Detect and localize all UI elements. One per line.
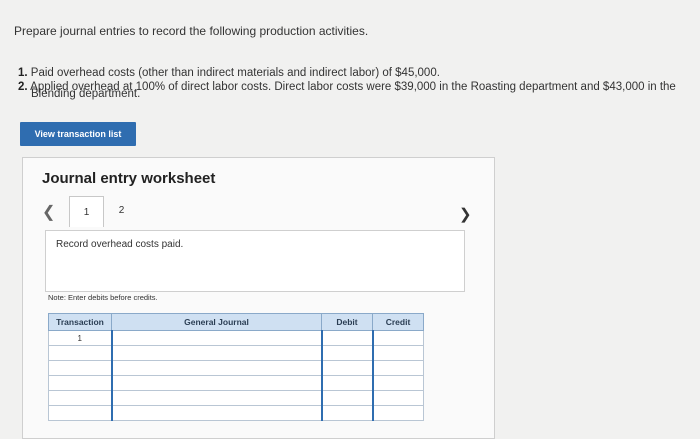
debit-input[interactable]: [320, 360, 373, 376]
debit-input[interactable]: [320, 375, 373, 391]
requirement-number: 2.: [18, 81, 28, 93]
transaction-cell: [48, 375, 112, 391]
problem-prompt: Prepare journal entries to record the fo…: [14, 24, 369, 38]
requirement-number: 1.: [18, 67, 28, 79]
column-header-general-journal: General Journal: [111, 313, 322, 331]
instruction-text: Record overhead costs paid.: [56, 239, 184, 250]
credit-input[interactable]: [371, 405, 424, 421]
transaction-cell: 1: [48, 330, 112, 346]
requirement-1: 1. Paid overhead costs (other than indir…: [18, 66, 440, 80]
table-row: [48, 345, 424, 361]
credit-input[interactable]: [371, 375, 424, 391]
column-header-transaction: Transaction: [48, 313, 112, 331]
debit-input[interactable]: [320, 390, 373, 406]
account-select[interactable]: [110, 345, 322, 361]
account-select[interactable]: [110, 405, 322, 421]
transaction-cell: [48, 405, 112, 421]
account-select[interactable]: [110, 390, 322, 406]
worksheet-title: Journal entry worksheet: [42, 170, 216, 187]
instruction-box: Record overhead costs paid.: [45, 230, 465, 292]
debit-input[interactable]: [320, 330, 373, 346]
chevron-right-icon[interactable]: ❯: [459, 205, 472, 223]
credit-input[interactable]: [371, 330, 424, 346]
table-row: [48, 375, 424, 391]
tab-2[interactable]: 2: [105, 196, 138, 224]
table-row: 1: [48, 330, 424, 346]
entry-note: Note: Enter debits before credits.: [48, 293, 158, 302]
credit-input[interactable]: [371, 390, 424, 406]
column-header-credit: Credit: [372, 313, 424, 331]
credit-input[interactable]: [371, 360, 424, 376]
transaction-cell: [48, 390, 112, 406]
debit-input[interactable]: [320, 405, 373, 421]
table-header-row: Transaction General Journal Debit Credit: [48, 313, 424, 331]
account-select[interactable]: [110, 360, 322, 376]
table-row: [48, 360, 424, 376]
journal-table: Transaction General Journal Debit Credit…: [48, 313, 424, 421]
column-header-debit: Debit: [321, 313, 373, 331]
table-row: [48, 390, 424, 406]
account-select[interactable]: [110, 330, 322, 346]
view-transaction-list-button[interactable]: View transaction list: [20, 122, 136, 146]
table-row: [48, 405, 424, 421]
transaction-cell: [48, 360, 112, 376]
requirement-2-continued: Blending department.: [31, 88, 141, 100]
tab-1[interactable]: 1: [69, 196, 104, 227]
debit-input[interactable]: [320, 345, 373, 361]
transaction-cell: [48, 345, 112, 361]
credit-input[interactable]: [371, 345, 424, 361]
chevron-left-icon[interactable]: ❮: [42, 202, 55, 222]
account-select[interactable]: [110, 375, 322, 391]
requirement-text: Paid overhead costs (other than indirect…: [30, 67, 440, 79]
